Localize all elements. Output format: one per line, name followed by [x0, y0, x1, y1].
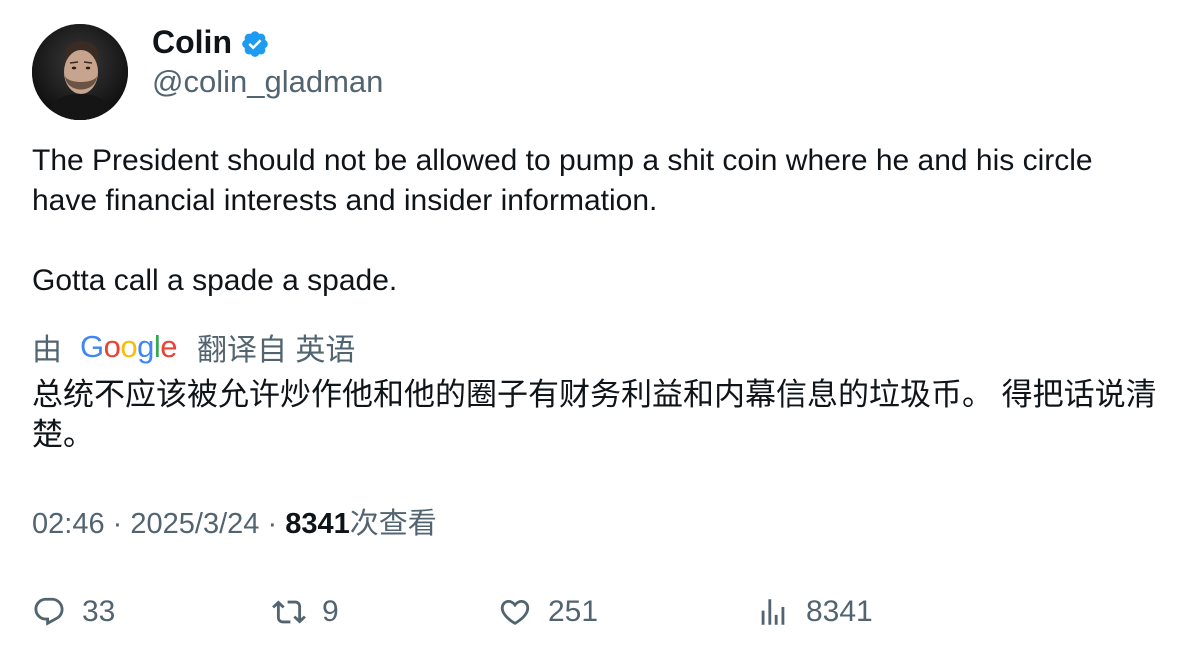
author-display-name-row[interactable]: Colin — [152, 22, 270, 62]
reply-icon — [34, 597, 64, 626]
tweet-text-line: The President should not be allowed to p… — [32, 144, 1093, 177]
tweet-date[interactable]: 2025/3/24 — [130, 508, 259, 540]
retweet-button[interactable]: 9 — [272, 592, 339, 632]
translation-attribution: 由 Google 翻译自 英语 — [32, 326, 355, 368]
google-logo[interactable]: Google — [80, 329, 178, 365]
views-label: 次查看 — [349, 508, 437, 540]
retweet-icon — [272, 600, 306, 624]
heart-icon — [500, 599, 530, 625]
avatar-image — [32, 24, 128, 120]
retweet-count: 9 — [322, 595, 339, 628]
tweet-text-line: have financial interests and insider inf… — [32, 184, 658, 217]
translated-text: 总统不应该被允许炒作他和他的圈子有财务利益和内幕信息的垃圾币。 得把话说清楚。 — [32, 377, 1157, 452]
bar-chart-icon — [761, 599, 785, 625]
views-count: 8341 — [285, 508, 350, 540]
like-count: 251 — [548, 595, 599, 628]
author-handle[interactable]: @colin_gladman — [152, 62, 383, 102]
author-display-name[interactable]: Colin — [152, 22, 232, 62]
translation-prefix: 由 — [32, 334, 62, 367]
like-button[interactable]: 251 — [498, 592, 598, 632]
reply-button[interactable]: 33 — [32, 592, 115, 632]
tweet-text: The President should not be allowed to p… — [32, 141, 1172, 301]
translation-suffix: 翻译自 英语 — [197, 334, 356, 367]
meta-separator: · — [112, 508, 123, 540]
reply-count: 33 — [82, 595, 116, 628]
views-button[interactable]: 8341 — [756, 592, 873, 632]
tweet-time[interactable]: 02:46 — [32, 508, 105, 540]
tweet-meta: 02:46 · 2025/3/24 · 8341次查看 — [32, 504, 437, 544]
tweet-text-line: Gotta call a spade a spade. — [32, 264, 398, 297]
meta-separator: · — [267, 508, 278, 540]
views-action-count: 8341 — [806, 595, 873, 628]
verified-badge-icon[interactable] — [240, 28, 270, 58]
avatar[interactable] — [32, 24, 128, 120]
